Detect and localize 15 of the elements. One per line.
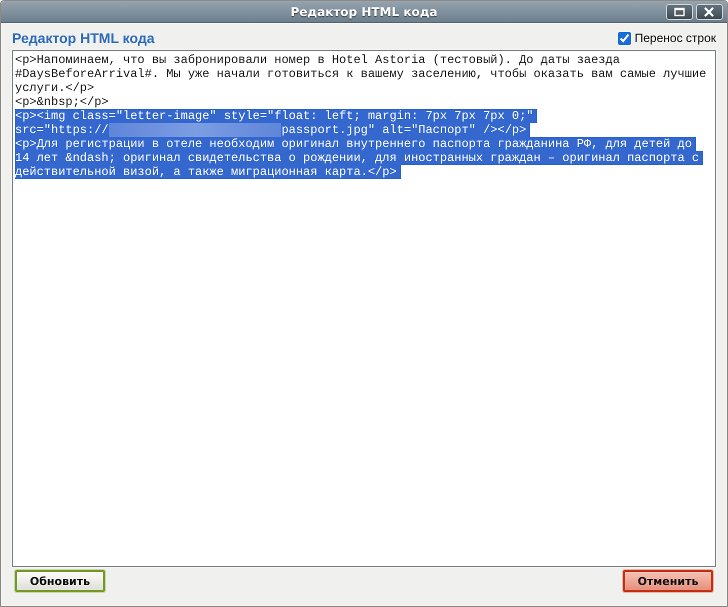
- cancel-button[interactable]: Отменить: [623, 570, 713, 592]
- maximize-icon: [674, 6, 685, 16]
- word-wrap-checkbox[interactable]: [618, 32, 631, 44]
- maximize-button[interactable]: [666, 4, 693, 20]
- editor-heading: Редактор HTML кода: [12, 30, 154, 46]
- code-line: #DaysBeforeArrival#. Мы уже начали готовиться к вашему заселению, чтобы оказать вам самые лучшие: [15, 67, 706, 81]
- code-line: <p>&nbsp;</p>: [15, 95, 109, 109]
- code-line: <p>Напоминаем, что вы забронировали номер в Hotel Astoria (тестовый). До даты заезда: [15, 53, 620, 67]
- window-title: Редактор HTML кода: [290, 4, 438, 18]
- refresh-button[interactable]: Обновить: [15, 570, 105, 592]
- code-line: услуги.</p>: [15, 81, 94, 95]
- close-icon: [704, 6, 715, 16]
- close-button[interactable]: [696, 4, 723, 20]
- html-code-field[interactable]: [12, 50, 716, 567]
- word-wrap-label[interactable]: Перенос строк: [634, 31, 716, 45]
